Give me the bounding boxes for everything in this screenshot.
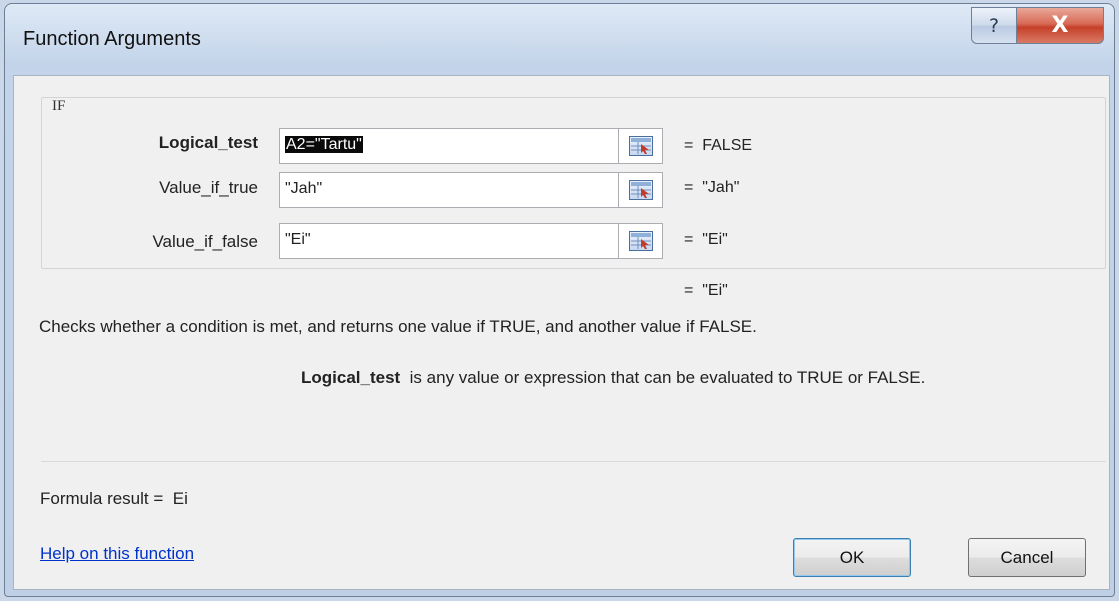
- title-bar[interactable]: Function Arguments ? X: [5, 4, 1114, 76]
- logical-test-input[interactable]: A2="Tartu": [279, 128, 619, 164]
- value-if-false-result: = "Ei": [684, 231, 728, 248]
- function-arguments-dialog: Function Arguments ? X IF Logical_test A…: [4, 3, 1115, 597]
- value-if-false-label: Value_if_false: [152, 232, 258, 251]
- function-description: Checks whether a condition is met, and r…: [39, 317, 757, 336]
- formula-result-value: Ei: [172, 489, 188, 508]
- question-mark-icon: ?: [988, 14, 1000, 37]
- argument-help-text: is any value or expression that can be e…: [409, 368, 926, 387]
- range-select-icon: [628, 136, 653, 156]
- close-icon: X: [1051, 13, 1069, 38]
- formula-result-label: Formula result =: [40, 489, 164, 508]
- value-if-true-label: Value_if_true: [159, 178, 258, 197]
- ok-button[interactable]: OK: [793, 538, 911, 577]
- cancel-button[interactable]: Cancel: [968, 538, 1086, 577]
- separator: [41, 461, 1106, 462]
- dialog-body: IF Logical_test A2="Tartu" = FALSE Value…: [13, 75, 1110, 590]
- dialog-title: Function Arguments: [23, 28, 201, 50]
- range-select-icon: [628, 231, 653, 251]
- argument-help: Logical_test is any value or expression …: [301, 368, 925, 388]
- argument-help-name: Logical_test: [301, 368, 401, 387]
- help-button[interactable]: ?: [971, 7, 1017, 44]
- logical-test-label: Logical_test: [158, 133, 258, 152]
- function-result: = "Ei": [684, 282, 728, 299]
- range-select-icon: [628, 180, 653, 200]
- value-if-true-input[interactable]: "Jah": [279, 172, 619, 208]
- value-if-false-collapse-button[interactable]: [619, 223, 663, 259]
- logical-test-result: = FALSE: [684, 137, 753, 154]
- value-if-true-collapse-button[interactable]: [619, 172, 663, 208]
- function-name-label: IF: [52, 98, 66, 114]
- logical-test-collapse-button[interactable]: [619, 128, 663, 164]
- formula-result: Formula result = Ei: [40, 489, 188, 509]
- help-on-function-link[interactable]: Help on this function: [40, 544, 194, 564]
- close-button[interactable]: X: [1016, 7, 1104, 44]
- value-if-false-input[interactable]: "Ei": [279, 223, 619, 259]
- value-if-true-result: = "Jah": [684, 179, 740, 196]
- logical-test-value: A2="Tartu": [285, 136, 363, 153]
